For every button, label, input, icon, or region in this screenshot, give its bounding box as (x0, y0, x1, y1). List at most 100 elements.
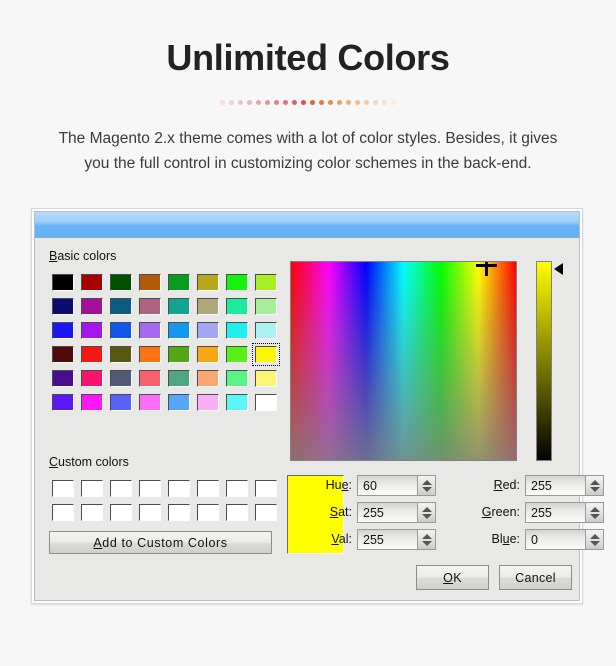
custom-color-swatch[interactable] (165, 477, 193, 500)
blue-input[interactable]: 0 (526, 530, 585, 549)
custom-color-swatch[interactable] (194, 477, 222, 500)
basic-color-swatch[interactable] (252, 367, 280, 390)
basic-color-swatch[interactable] (223, 319, 251, 342)
basic-color-swatch[interactable] (136, 391, 164, 414)
basic-color-swatch[interactable] (223, 367, 251, 390)
custom-color-swatch[interactable] (194, 501, 222, 524)
val-stepper-buttons[interactable] (417, 530, 435, 549)
basic-color-swatch[interactable] (165, 271, 193, 294)
custom-color-swatch[interactable] (136, 501, 164, 524)
basic-color-swatch[interactable] (165, 367, 193, 390)
basic-color-swatch[interactable] (194, 271, 222, 294)
basic-color-swatch[interactable] (136, 319, 164, 342)
value-brightness-slider[interactable] (536, 261, 552, 461)
basic-color-swatch[interactable] (136, 295, 164, 318)
basic-color-swatch[interactable] (107, 391, 135, 414)
chevron-up-icon[interactable] (589, 533, 600, 539)
basic-color-swatch[interactable] (49, 391, 77, 414)
hue-saturation-field[interactable] (290, 261, 517, 461)
basic-color-swatch[interactable] (194, 343, 222, 366)
dialog-titlebar[interactable] (35, 212, 579, 238)
hue-input[interactable]: 60 (358, 476, 417, 495)
basic-color-swatch[interactable] (49, 271, 77, 294)
basic-color-swatch[interactable] (78, 271, 106, 294)
chevron-down-icon[interactable] (421, 513, 432, 519)
chevron-down-icon[interactable] (421, 486, 432, 492)
green-input[interactable]: 255 (526, 503, 585, 522)
value-slider-arrow-icon[interactable] (554, 262, 563, 275)
custom-color-swatch[interactable] (78, 501, 106, 524)
green-spinner[interactable]: 255 (525, 502, 604, 523)
chevron-down-icon[interactable] (589, 513, 600, 519)
ok-button[interactable]: OK (416, 565, 489, 590)
basic-color-swatch[interactable] (194, 391, 222, 414)
custom-color-swatch[interactable] (78, 477, 106, 500)
custom-color-swatch[interactable] (223, 501, 251, 524)
hue-spinner[interactable]: 60 (357, 475, 436, 496)
basic-color-swatch[interactable] (194, 295, 222, 318)
sat-spinner[interactable]: 255 (357, 502, 436, 523)
val-input[interactable]: 255 (358, 530, 417, 549)
basic-color-swatch[interactable] (78, 391, 106, 414)
chevron-up-icon[interactable] (421, 479, 432, 485)
sat-stepper-buttons[interactable] (417, 503, 435, 522)
basic-color-swatch[interactable] (223, 271, 251, 294)
basic-color-swatch[interactable] (49, 343, 77, 366)
basic-color-swatch[interactable] (107, 343, 135, 366)
basic-color-swatch[interactable] (223, 391, 251, 414)
red-stepper-buttons[interactable] (585, 476, 603, 495)
basic-color-swatch[interactable] (107, 319, 135, 342)
chevron-up-icon[interactable] (589, 506, 600, 512)
custom-color-swatch[interactable] (223, 477, 251, 500)
chevron-up-icon[interactable] (589, 479, 600, 485)
basic-color-swatch[interactable] (78, 319, 106, 342)
basic-color-swatch[interactable] (165, 295, 193, 318)
green-stepper-buttons[interactable] (585, 503, 603, 522)
custom-color-swatch[interactable] (107, 501, 135, 524)
basic-color-swatch[interactable] (223, 295, 251, 318)
custom-color-swatch[interactable] (107, 477, 135, 500)
custom-color-swatch[interactable] (49, 501, 77, 524)
chevron-down-icon[interactable] (589, 540, 600, 546)
chevron-down-icon[interactable] (421, 540, 432, 546)
basic-color-swatch[interactable] (107, 367, 135, 390)
basic-color-swatch[interactable] (49, 319, 77, 342)
basic-color-swatch[interactable] (136, 367, 164, 390)
basic-color-swatch[interactable] (252, 391, 280, 414)
blue-spinner[interactable]: 0 (525, 529, 604, 550)
basic-color-swatch[interactable] (194, 367, 222, 390)
basic-color-swatch[interactable] (252, 295, 280, 318)
chevron-down-icon[interactable] (589, 486, 600, 492)
basic-colors-grid[interactable] (49, 271, 280, 414)
custom-color-swatch[interactable] (49, 477, 77, 500)
red-spinner[interactable]: 255 (525, 475, 604, 496)
basic-color-swatch[interactable] (78, 343, 106, 366)
custom-color-swatch[interactable] (252, 501, 280, 524)
basic-color-swatch[interactable] (107, 271, 135, 294)
custom-color-swatch[interactable] (136, 477, 164, 500)
basic-color-swatch[interactable] (78, 367, 106, 390)
hue-stepper-buttons[interactable] (417, 476, 435, 495)
basic-color-swatch[interactable] (252, 271, 280, 294)
val-spinner[interactable]: 255 (357, 529, 436, 550)
custom-color-swatch[interactable] (252, 477, 280, 500)
basic-color-swatch[interactable] (252, 319, 280, 342)
basic-color-swatch[interactable] (165, 343, 193, 366)
add-to-custom-colors-button[interactable]: Add to Custom Colors (49, 531, 272, 554)
blue-stepper-buttons[interactable] (585, 530, 603, 549)
cancel-button[interactable]: Cancel (499, 565, 572, 590)
basic-color-swatch[interactable] (223, 343, 251, 366)
custom-colors-grid[interactable] (49, 477, 280, 524)
sat-input[interactable]: 255 (358, 503, 417, 522)
basic-color-swatch[interactable] (78, 295, 106, 318)
red-input[interactable]: 255 (526, 476, 585, 495)
basic-color-swatch[interactable] (194, 319, 222, 342)
basic-color-swatch[interactable] (49, 367, 77, 390)
basic-color-swatch[interactable] (252, 343, 280, 366)
basic-color-swatch[interactable] (49, 295, 77, 318)
basic-color-swatch[interactable] (136, 343, 164, 366)
basic-color-swatch[interactable] (165, 319, 193, 342)
chevron-up-icon[interactable] (421, 506, 432, 512)
chevron-up-icon[interactable] (421, 533, 432, 539)
basic-color-swatch[interactable] (107, 295, 135, 318)
